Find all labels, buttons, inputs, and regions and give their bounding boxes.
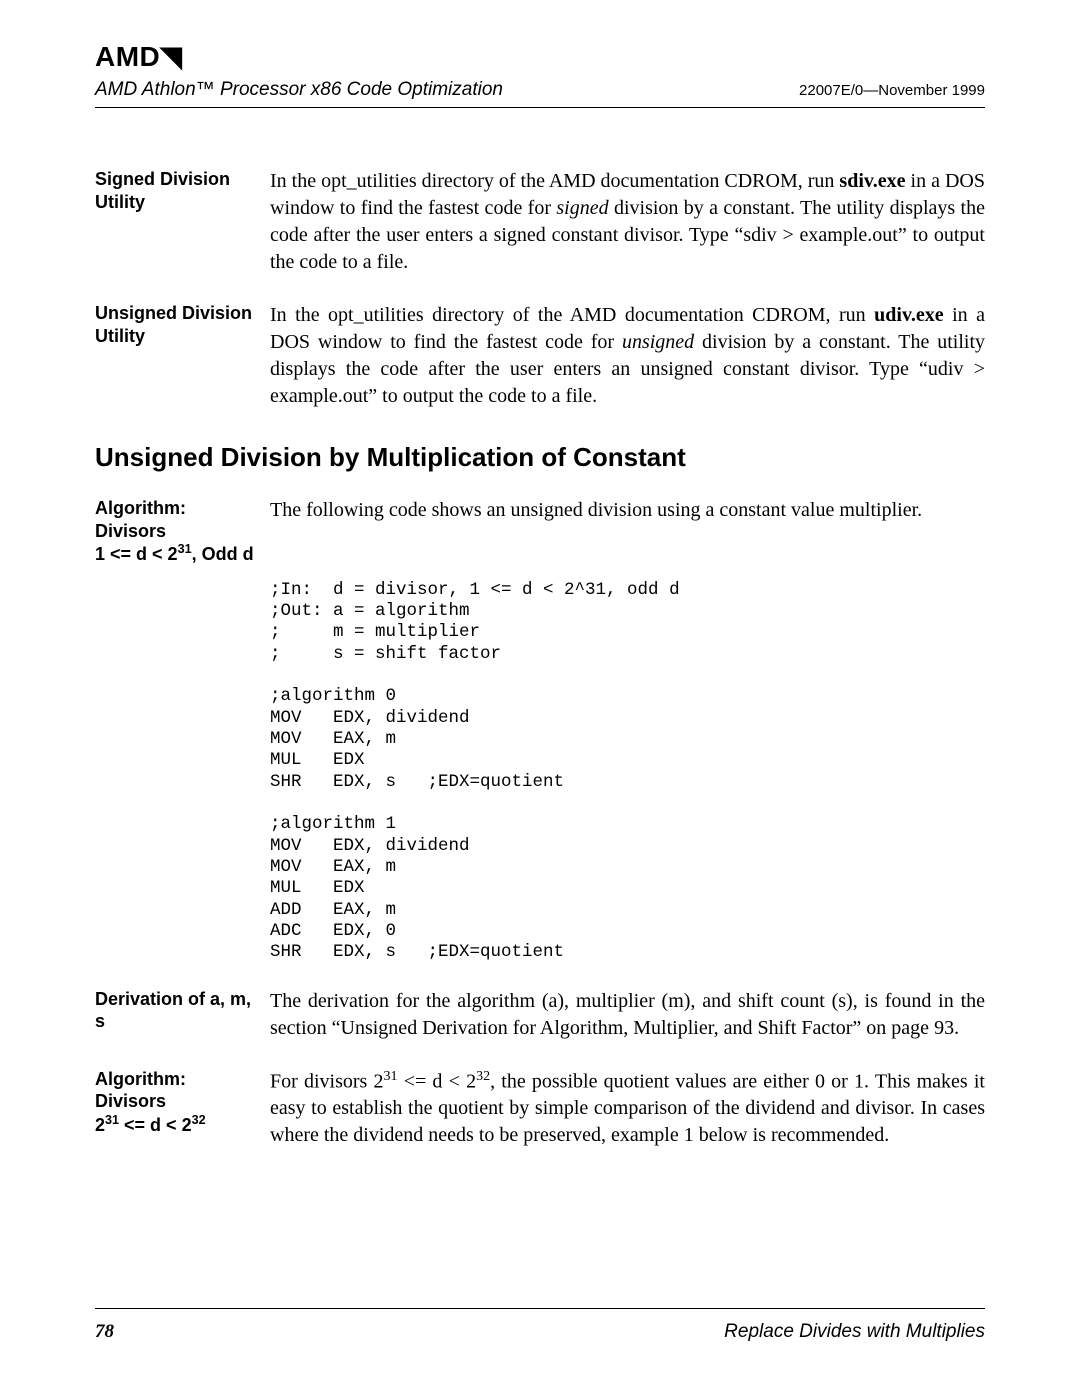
footer-title: Replace Divides with Multiplies [724, 1321, 985, 1343]
section-signed-division: Signed Division Utility In the opt_utili… [95, 168, 985, 276]
doc-meta: 22007E/0—November 1999 [799, 82, 985, 99]
body-signed: In the opt_utilities directory of the AM… [270, 168, 985, 276]
footer-row: 78 Replace Divides with Multiplies [95, 1321, 985, 1343]
section-code: ;In: d = divisor, 1 <= d < 2^31, odd d ;… [95, 580, 985, 964]
side-label-unsigned: Unsigned Division Utility [95, 302, 270, 347]
body-alg1: The following code shows an unsigned div… [270, 497, 985, 524]
section-derivation: Derivation of a, m, s The derivation for… [95, 988, 985, 1042]
code-block-algorithms: ;In: d = divisor, 1 <= d < 2^31, odd d ;… [270, 580, 985, 964]
heading-unsigned-mult: Unsigned Division by Multiplication of C… [95, 442, 985, 473]
side-label-deriv: Derivation of a, m, s [95, 988, 270, 1033]
side-label-alg1: Algorithm: Divisors 1 <= d < 231, Odd d [95, 497, 270, 566]
footer-rule [95, 1308, 985, 1309]
body-unsigned: In the opt_utilities directory of the AM… [270, 302, 985, 410]
side-label-alg2: Algorithm: Divisors 231 <= d < 232 [95, 1068, 270, 1137]
amd-arrow-icon: ◥ [160, 40, 182, 73]
header-row: AMD Athlon™ Processor x86 Code Optimizat… [95, 79, 985, 101]
amd-logo: AMD◥ [95, 40, 985, 73]
section-unsigned-division: Unsigned Division Utility In the opt_uti… [95, 302, 985, 410]
body-alg2: For divisors 231 <= d < 232, the possibl… [270, 1068, 985, 1150]
page-number: 78 [95, 1321, 114, 1343]
section-alg2: Algorithm: Divisors 231 <= d < 232 For d… [95, 1068, 985, 1150]
body-deriv: The derivation for the algorithm (a), mu… [270, 988, 985, 1042]
side-label-signed: Signed Division Utility [95, 168, 270, 213]
header-rule [95, 107, 985, 108]
section-alg1: Algorithm: Divisors 1 <= d < 231, Odd d … [95, 497, 985, 566]
logo-text: AMD [95, 41, 160, 72]
doc-title: AMD Athlon™ Processor x86 Code Optimizat… [95, 79, 503, 101]
